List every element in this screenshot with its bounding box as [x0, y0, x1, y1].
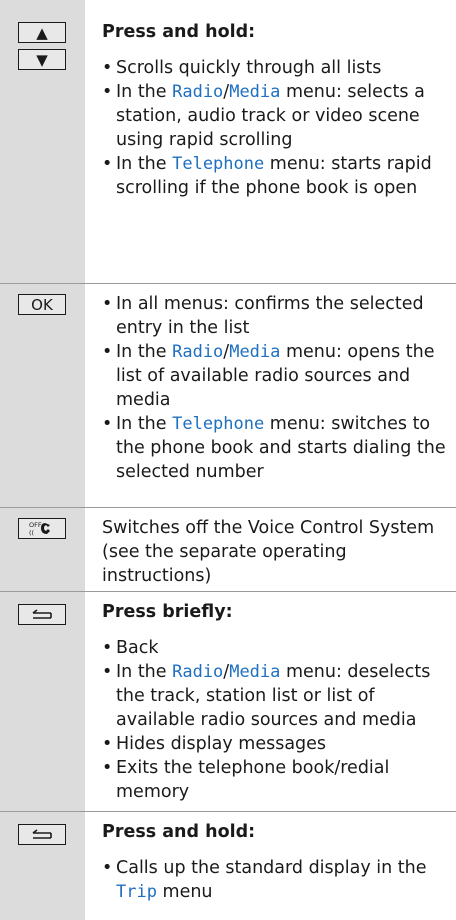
svg-text:((: (( [29, 529, 35, 537]
description: Press and hold: Scrolls quickly through … [85, 0, 456, 283]
bullet-list: In all menus: confirms the selected entr… [102, 292, 448, 484]
menu-name: Radio [172, 662, 224, 682]
list-item: Exits the telephone book/redial memory [102, 756, 448, 804]
button-function-table: ▲ ▼ Press and hold: Scrolls quickly thro… [0, 0, 456, 920]
menu-name: Media [229, 82, 281, 102]
row-voice-off-key: OFF (( Switches off the Voice Control Sy… [0, 508, 456, 592]
section-heading: Press briefly: [102, 602, 233, 622]
list-item: In the Telephone menu: starts rapid scro… [102, 152, 448, 200]
list-item: Back [102, 636, 448, 660]
row-ok-key: OK In all menus: confirms the selected e… [0, 284, 456, 508]
menu-name: Radio [172, 82, 224, 102]
list-item: In the Telephone menu: switches to the p… [102, 412, 448, 484]
list-item: Hides display messages [102, 732, 448, 756]
description: Press briefly: Back In the Radio/Media m… [85, 592, 456, 811]
back-key-icon [18, 824, 66, 845]
description: In all menus: confirms the selected entr… [85, 284, 456, 507]
section-heading: Press and hold: [102, 22, 256, 42]
svg-text:OFF: OFF [29, 521, 42, 529]
list-item: Calls up the standard display in the Tri… [102, 856, 448, 904]
ok-key-icon: OK [18, 294, 66, 315]
bullet-list: Back In the Radio/Media menu: deselects … [102, 636, 448, 804]
row-back-key-hold: Press and hold: Calls up the standard di… [0, 812, 456, 920]
description: Switches off the Voice Control System (s… [85, 508, 456, 591]
menu-name: Media [229, 342, 281, 362]
list-item: In the Radio/Media menu: opens the list … [102, 340, 448, 412]
back-key-icon [18, 604, 66, 625]
description-text: Switches off the Voice Control System (s… [102, 518, 435, 586]
menu-name: Telephone [172, 154, 265, 174]
key-column [0, 592, 85, 811]
list-item: In the Radio/Media menu: deselects the t… [102, 660, 448, 732]
up-arrow-key-icon: ▲ [18, 22, 66, 43]
section-heading: Press and hold: [102, 822, 256, 842]
key-column [0, 812, 85, 920]
list-item: In all menus: confirms the selected entr… [102, 292, 448, 340]
list-item: Scrolls quickly through all lists [102, 56, 448, 80]
list-item: In the Radio/Media menu: selects a stati… [102, 80, 448, 152]
bullet-list: Scrolls quickly through all lists In the… [102, 56, 448, 200]
menu-name: Media [229, 662, 281, 682]
menu-name: Trip [116, 882, 157, 902]
row-back-key-brief: Press briefly: Back In the Radio/Media m… [0, 592, 456, 812]
key-column: OFF (( [0, 508, 85, 591]
menu-name: Telephone [172, 414, 265, 434]
description: Press and hold: Calls up the standard di… [85, 812, 456, 920]
key-column: OK [0, 284, 85, 507]
bullet-list: Calls up the standard display in the Tri… [102, 856, 448, 904]
key-column: ▲ ▼ [0, 0, 85, 283]
menu-name: Radio [172, 342, 224, 362]
voice-control-off-key-icon: OFF (( [18, 518, 66, 539]
row-scroll-keys: ▲ ▼ Press and hold: Scrolls quickly thro… [0, 0, 456, 284]
down-arrow-key-icon: ▼ [18, 49, 66, 70]
